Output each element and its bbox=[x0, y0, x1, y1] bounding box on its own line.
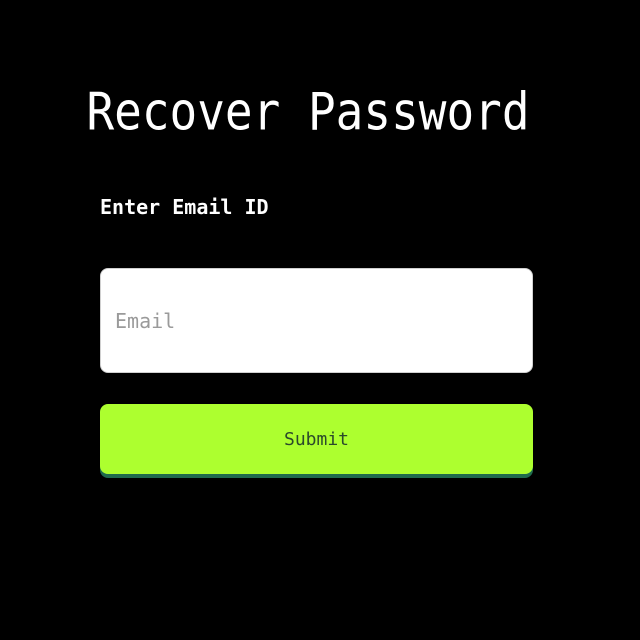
email-field[interactable] bbox=[100, 268, 533, 373]
recover-password-screen: Recover Password Enter Email ID Submit bbox=[0, 0, 640, 640]
submit-button[interactable]: Submit bbox=[100, 404, 533, 474]
email-label: Enter Email ID bbox=[100, 195, 269, 219]
page-title: Recover Password bbox=[86, 81, 530, 142]
